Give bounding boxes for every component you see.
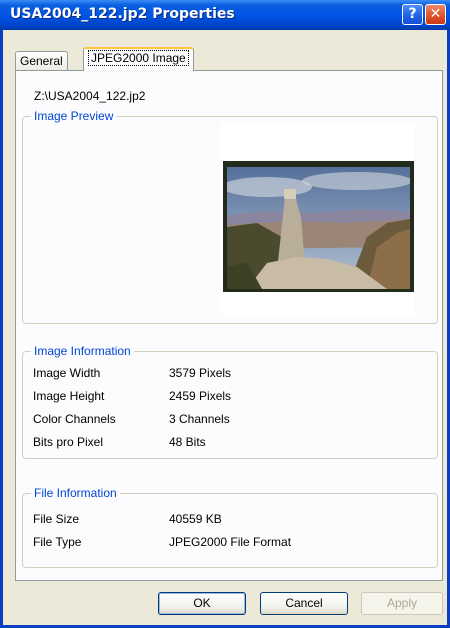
- tab-panel: Z:\USA2004_122.jp2 Image Preview Image I…: [15, 70, 443, 581]
- tab-general-label: General: [20, 54, 63, 68]
- file-size-label: File Size: [33, 512, 80, 526]
- image-height-label: Image Height: [33, 389, 105, 403]
- tab-jpeg2000-image[interactable]: JPEG2000 Image: [83, 47, 194, 71]
- properties-dialog: USA2004_122.jp2 Properties ? ✕ General J…: [0, 0, 450, 628]
- cancel-button[interactable]: Cancel: [260, 592, 348, 615]
- tab-jpeg2000-label: JPEG2000 Image: [88, 50, 189, 66]
- canyon-photo: [227, 167, 410, 289]
- color-channels-label: Color Channels: [33, 412, 116, 426]
- image-thumbnail: [223, 161, 414, 292]
- preview-area: [221, 123, 414, 316]
- image-width-value: 3579 Pixels: [169, 366, 232, 380]
- image-width-label: Image Width: [33, 366, 101, 380]
- file-type-value: JPEG2000 File Format: [169, 535, 292, 549]
- apply-button[interactable]: Apply: [361, 592, 443, 615]
- file-information-group: File Information File Size 40559 KB File…: [22, 486, 438, 568]
- close-button[interactable]: ✕: [425, 4, 446, 25]
- image-preview-group: Image Preview: [22, 109, 438, 324]
- image-information-group: Image Information Image Width 3579 Pixel…: [22, 344, 438, 459]
- bits-per-pixel-label: Bits pro Pixel: [33, 435, 104, 449]
- image-preview-title: Image Preview: [31, 109, 117, 123]
- help-button[interactable]: ?: [402, 4, 423, 25]
- window-title: USA2004_122.jp2 Properties: [10, 6, 235, 22]
- image-information-title: Image Information: [31, 344, 134, 358]
- ok-button[interactable]: OK: [158, 592, 246, 615]
- file-size-value: 40559 KB: [169, 512, 222, 526]
- file-path: Z:\USA2004_122.jp2: [34, 89, 146, 103]
- file-type-label: File Type: [33, 535, 82, 549]
- file-information-title: File Information: [31, 486, 120, 500]
- tab-general[interactable]: General: [15, 51, 68, 70]
- color-channels-value: 3 Channels: [169, 412, 230, 426]
- image-height-value: 2459 Pixels: [169, 389, 232, 403]
- bits-per-pixel-value: 48 Bits: [169, 435, 206, 449]
- title-bar[interactable]: USA2004_122.jp2 Properties ? ✕: [0, 0, 450, 30]
